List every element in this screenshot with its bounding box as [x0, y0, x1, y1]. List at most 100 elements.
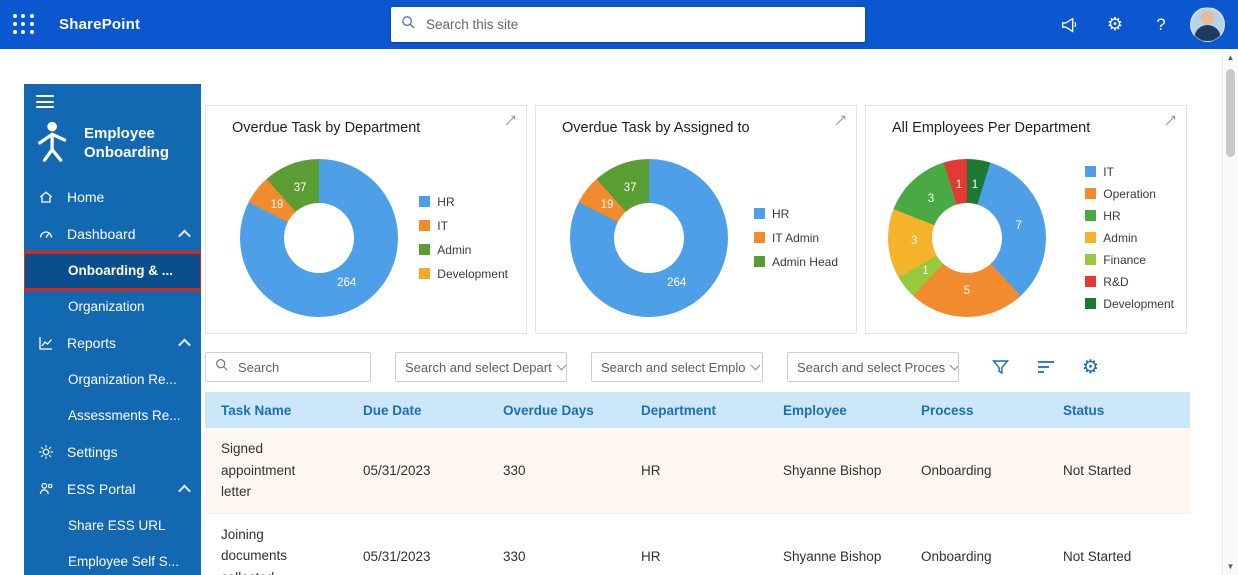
vertical-scrollbar[interactable]: ▲ ▼ — [1222, 49, 1238, 575]
avatar[interactable] — [1190, 7, 1225, 42]
donut-hole — [932, 203, 1002, 273]
segment-value-label: 37 — [294, 182, 307, 194]
column-header-due-date[interactable]: Due Date — [363, 403, 503, 418]
department-filter-dropdown[interactable]: Search and select Depart — [395, 352, 567, 382]
legend-label: HR — [772, 207, 789, 221]
table-row[interactable]: Signed appointment letter05/31/2023330HR… — [205, 428, 1190, 514]
segment-value-label: 37 — [624, 182, 637, 194]
legend-item: Admin — [1085, 231, 1174, 245]
sidebar-item-label: Onboarding & ... — [68, 263, 173, 278]
legend-label: Development — [1103, 297, 1174, 311]
chart-card-overdue-task-by-assigned-to: Overdue Task by Assigned to2641937HRIT A… — [535, 105, 857, 334]
sidebar-item-dashboard[interactable]: Dashboard — [24, 216, 201, 253]
settings-gear-icon[interactable]: ⚙ — [1082, 356, 1099, 379]
chevron-up-icon — [178, 229, 191, 242]
process-filter-dropdown[interactable]: Search and select Proces — [787, 352, 959, 382]
sort-lines-icon[interactable] — [1037, 360, 1055, 374]
sidebar-item-assessments-re[interactable]: Assessments Re... — [24, 398, 201, 434]
legend-item: Development — [419, 267, 508, 281]
sidebar-item-onboarding[interactable]: Onboarding & ... — [24, 253, 201, 289]
app-logo-row: Employee Onboarding — [24, 112, 201, 179]
legend-item: HR — [754, 207, 838, 221]
legend-swatch — [1085, 276, 1096, 287]
hamburger-menu-icon[interactable] — [36, 95, 54, 108]
table-body: Signed appointment letter05/31/2023330HR… — [205, 428, 1190, 575]
expand-icon[interactable] — [834, 114, 847, 132]
dropdown-placeholder: Search and select Emplo — [601, 360, 746, 375]
app-title: Employee Onboarding — [84, 124, 180, 163]
cell-process: Onboarding — [921, 549, 1063, 564]
column-header-overdue-days[interactable]: Overdue Days — [503, 403, 641, 418]
sidebar-item-employee-self-s[interactable]: Employee Self S... — [24, 544, 201, 575]
legend-label: R&D — [1103, 275, 1128, 289]
legend-label: Admin — [1103, 231, 1137, 245]
scrollbar-thumb[interactable] — [1226, 69, 1235, 157]
sidebar-item-reports[interactable]: Reports — [24, 325, 201, 362]
legend-item: Admin Head — [754, 255, 838, 269]
sidebar-item-home[interactable]: Home — [24, 179, 201, 216]
legend-label: IT — [437, 219, 448, 233]
legend-swatch — [1085, 298, 1096, 309]
legend-item: Development — [1085, 297, 1174, 311]
search-icon — [215, 358, 229, 377]
gear-icon[interactable]: ⚙ — [1092, 0, 1138, 49]
legend-item: IT — [419, 219, 508, 233]
cell-status: Not Started — [1063, 549, 1190, 564]
expand-icon[interactable] — [504, 114, 517, 132]
scroll-up-icon[interactable]: ▲ — [1223, 53, 1238, 62]
legend-swatch — [419, 244, 430, 255]
column-header-employee[interactable]: Employee — [783, 403, 921, 418]
sidebar-item-label: Reports — [67, 335, 116, 351]
donut-chart: 2641937 — [570, 159, 728, 317]
megaphone-icon[interactable] — [1046, 0, 1092, 49]
site-search-input[interactable] — [424, 16, 855, 33]
settings-icon — [38, 444, 56, 460]
column-header-department[interactable]: Department — [641, 403, 783, 418]
filter-icon[interactable] — [991, 358, 1010, 376]
sidebar-item-share-ess-url[interactable]: Share ESS URL — [24, 508, 201, 544]
site-search[interactable] — [391, 7, 865, 42]
table-search[interactable] — [205, 352, 371, 382]
table-toolbar-icons: ⚙ — [991, 356, 1099, 379]
legend-swatch — [419, 196, 430, 207]
help-icon[interactable]: ? — [1138, 0, 1184, 49]
table-row[interactable]: Joining documents collected05/31/2023330… — [205, 514, 1190, 575]
chart-cards-row: Overdue Task by Department 2641937 HR IT Adm… — [205, 105, 1195, 334]
table-search-input[interactable] — [236, 359, 361, 376]
legend-label: IT Admin — [772, 231, 819, 245]
scroll-down-icon[interactable]: ▼ — [1223, 562, 1238, 571]
cell-task-name: Joining documents collected — [221, 514, 363, 575]
sidebar-item-settings[interactable]: Settings — [24, 434, 201, 471]
sidebar-item-label: Share ESS URL — [68, 518, 166, 533]
cell-employee: Shyanne Bishop — [783, 463, 921, 478]
app-launcher-icon[interactable] — [13, 14, 35, 36]
legend-swatch — [1085, 188, 1096, 199]
segment-value-label: 264 — [667, 277, 686, 289]
sidebar-item-label: Settings — [67, 444, 118, 460]
table-header-row: Task NameDue DateOverdue DaysDepartmentE… — [205, 392, 1190, 428]
column-header-status[interactable]: Status — [1063, 403, 1190, 418]
column-header-task-name[interactable]: Task Name — [221, 403, 363, 418]
column-header-process[interactable]: Process — [921, 403, 1063, 418]
legend-swatch — [754, 232, 765, 243]
legend-label: Development — [437, 267, 508, 281]
segment-value-label: 264 — [337, 277, 356, 289]
chevron-down-icon — [556, 361, 566, 371]
expand-icon[interactable] — [1164, 114, 1177, 132]
sidebar-item-ess-portal[interactable]: ESS Portal — [24, 471, 201, 508]
legend-swatch — [754, 256, 765, 267]
filter-bar: Search and select Depart Search and selec… — [205, 351, 1195, 383]
employee-filter-dropdown[interactable]: Search and select Emplo — [591, 352, 763, 382]
legend-label: Finance — [1103, 253, 1146, 267]
legend-swatch — [419, 220, 430, 231]
sidebar-item-organization[interactable]: Organization — [24, 289, 201, 325]
brand-label[interactable]: SharePoint — [59, 16, 140, 33]
dashboard-icon — [38, 226, 56, 242]
chart-title: Overdue Task by Department — [232, 120, 420, 136]
sidebar-item-organization-re[interactable]: Organization Re... — [24, 362, 201, 398]
sidebar-item-label: Dashboard — [67, 226, 136, 242]
cell-employee: Shyanne Bishop — [783, 549, 921, 564]
cell-task-name: Signed appointment letter — [221, 428, 363, 513]
legend-label: IT — [1103, 165, 1114, 179]
suite-bar-actions: ⚙ ? — [1046, 0, 1238, 49]
